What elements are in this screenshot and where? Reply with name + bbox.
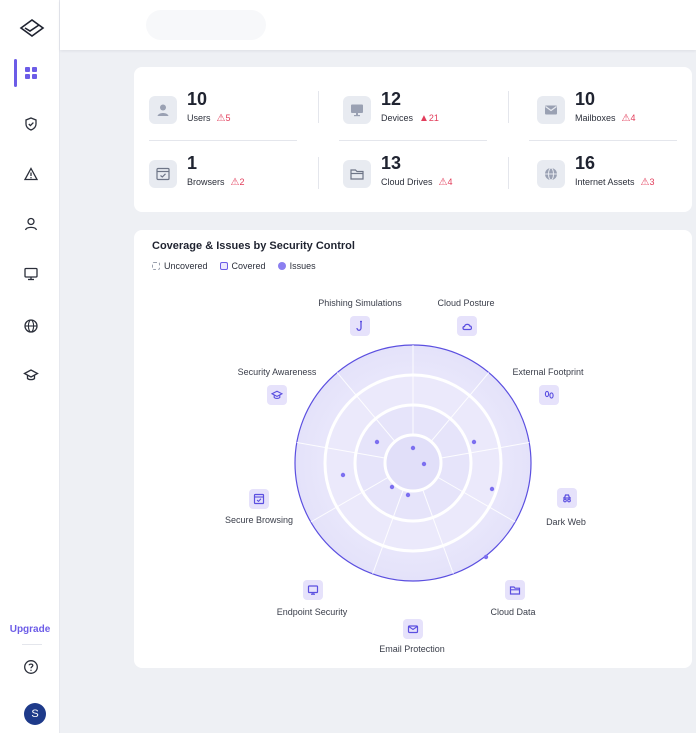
issue-count: ⚠4 [621, 113, 636, 124]
warning-icon: ⚠ [640, 177, 650, 188]
stat-devices[interactable]: 12 Devices ▲21 [328, 89, 488, 129]
logo-icon[interactable] [19, 18, 45, 38]
radar-ring-4 [383, 433, 443, 493]
grid-icon[interactable] [23, 65, 39, 81]
active-indicator [14, 59, 17, 87]
fishhook-icon[interactable] [350, 316, 370, 336]
issue-dot [405, 492, 411, 498]
coverage-radar [294, 344, 532, 582]
issue-count: ⚠2 [230, 177, 245, 188]
control-label-external-footprint[interactable]: External Footprint [478, 367, 618, 377]
issue-count: ⚠3 [640, 177, 655, 188]
stat-value: 16 [575, 153, 596, 173]
stat-label: Users ⚠5 [187, 113, 231, 124]
issue-count: ⚠5 [216, 113, 231, 124]
warning-icon: ⚠ [438, 177, 448, 188]
globe-icon[interactable] [23, 318, 39, 334]
sidebar-divider [22, 644, 42, 645]
stat-label: Mailboxes ⚠4 [575, 113, 636, 124]
stat-value: 1 [187, 153, 198, 173]
warning-icon: ▲ [419, 113, 429, 124]
monitor-icon [343, 96, 371, 124]
coverage-card: Coverage & Issues by Security Control Un… [134, 230, 692, 668]
issue-count: ▲21 [419, 113, 439, 124]
browser-icon [149, 160, 177, 188]
stat-value: 12 [381, 89, 402, 109]
warning-icon: ⚠ [621, 113, 631, 124]
issue-dot [389, 484, 395, 490]
divider [149, 140, 297, 141]
stat-label: Devices ▲21 [381, 113, 439, 124]
control-label-email-protection[interactable]: Email Protection [342, 644, 482, 654]
graduation-cap-icon[interactable] [23, 367, 39, 383]
divider [508, 157, 509, 189]
control-label-cloud-posture[interactable]: Cloud Posture [396, 298, 536, 308]
divider [318, 91, 319, 123]
stat-label: Cloud Drives ⚠4 [381, 177, 453, 188]
control-label-dark-web[interactable]: Dark Web [496, 517, 636, 527]
divider [318, 157, 319, 189]
stat-value: 13 [381, 153, 402, 173]
issue-count: ⚠4 [438, 177, 453, 188]
control-label-endpoint-security[interactable]: Endpoint Security [242, 607, 382, 617]
cloud-icon[interactable] [457, 316, 477, 336]
issue-dot [421, 461, 427, 467]
user-icon [149, 96, 177, 124]
divider [508, 91, 509, 123]
browser-icon[interactable] [249, 489, 269, 509]
issue-dot [374, 439, 380, 445]
globe-icon [537, 160, 565, 188]
avatar[interactable]: S [24, 703, 46, 725]
stat-value: 10 [575, 89, 596, 109]
header-tab[interactable] [146, 10, 266, 40]
monitor-icon[interactable] [303, 580, 323, 600]
issue-dot [410, 445, 416, 451]
folder-icon [343, 160, 371, 188]
top-header [60, 0, 696, 50]
stat-value: 10 [187, 89, 208, 109]
shield-check-icon[interactable] [23, 116, 39, 132]
stat-mailboxes[interactable]: 10 Mailboxes ⚠4 [522, 89, 682, 129]
issue-dot [471, 439, 477, 445]
envelope-icon [537, 96, 565, 124]
stat-users[interactable]: 10 Users ⚠5 [134, 89, 294, 129]
issue-dot [483, 554, 489, 560]
folder-icon[interactable] [505, 580, 525, 600]
issue-dot [340, 472, 346, 478]
stat-internet-assets[interactable]: 16 Internet Assets ⚠3 [522, 153, 682, 193]
divider [529, 140, 677, 141]
asset-stats-card: 10 Users ⚠5 12 Devices ▲21 10 Mailboxes ⚠4 … [134, 67, 692, 212]
envelope-icon[interactable] [403, 619, 423, 639]
warning-icon[interactable] [23, 166, 39, 182]
control-label-cloud-data[interactable]: Cloud Data [443, 607, 583, 617]
footprints-icon[interactable] [539, 385, 559, 405]
issue-dot [489, 486, 495, 492]
sidebar: Upgrade S [0, 0, 60, 733]
divider [339, 140, 487, 141]
stat-cloud-drives[interactable]: 13 Cloud Drives ⚠4 [328, 153, 488, 193]
user-icon[interactable] [23, 216, 39, 232]
graduation-cap-icon[interactable] [267, 385, 287, 405]
help-icon[interactable] [23, 659, 39, 675]
stat-label: Internet Assets ⚠3 [575, 177, 655, 188]
control-label-security-awareness[interactable]: Security Awareness [207, 367, 347, 377]
control-label-secure-browsing[interactable]: Secure Browsing [189, 515, 329, 525]
incognito-icon[interactable] [557, 488, 577, 508]
upgrade-link[interactable]: Upgrade [0, 624, 60, 635]
stat-browsers[interactable]: 1 Browsers ⚠2 [134, 153, 294, 193]
stat-label: Browsers ⚠2 [187, 177, 245, 188]
monitor-icon[interactable] [23, 266, 39, 282]
